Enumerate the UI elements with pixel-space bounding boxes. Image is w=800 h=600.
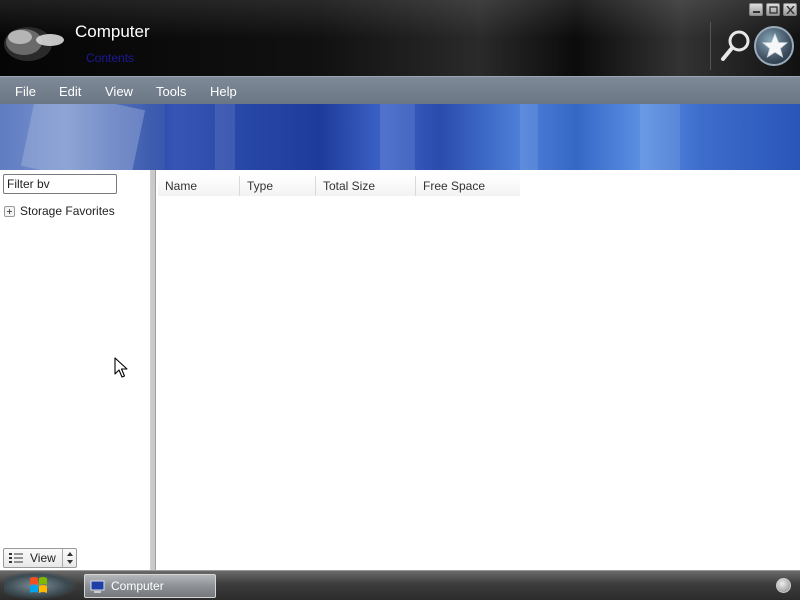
column-header-name[interactable]: Name bbox=[158, 176, 240, 196]
content-list: Name Type Total Size Free Space bbox=[155, 170, 800, 570]
maximize-icon bbox=[769, 6, 778, 14]
tray-orb-icon[interactable] bbox=[776, 578, 791, 593]
window-title: Computer bbox=[75, 22, 150, 41]
menu-bar: File Edit View Tools Help bbox=[0, 76, 800, 104]
minimize-button[interactable] bbox=[749, 3, 763, 16]
banner-streak bbox=[520, 104, 538, 170]
view-label: View bbox=[30, 551, 56, 565]
menu-tools[interactable]: Tools bbox=[156, 84, 186, 99]
banner-streak bbox=[640, 104, 680, 170]
menu-help[interactable]: Help bbox=[210, 84, 237, 99]
maximize-button[interactable] bbox=[766, 3, 780, 16]
title-separator bbox=[710, 22, 711, 70]
mouse-cursor-icon bbox=[114, 357, 128, 378]
tree-item-storage-favorites[interactable]: Storage Favorites bbox=[4, 204, 115, 218]
expand-plus-icon[interactable] bbox=[4, 205, 15, 217]
window-controls bbox=[749, 3, 797, 16]
menu-edit[interactable]: Edit bbox=[59, 84, 81, 99]
banner-sheet bbox=[20, 104, 146, 170]
view-selector[interactable]: View bbox=[3, 548, 77, 568]
spinner-arrows-icon bbox=[66, 552, 73, 564]
banner-document-image bbox=[0, 104, 165, 170]
windows-logo-icon bbox=[30, 577, 47, 593]
star-icon bbox=[762, 33, 788, 58]
column-header-free-space[interactable]: Free Space bbox=[416, 176, 520, 196]
search-button[interactable] bbox=[720, 28, 752, 64]
list-header: Name Type Total Size Free Space bbox=[158, 176, 520, 196]
computer-icon bbox=[90, 580, 105, 593]
list-view-icon bbox=[9, 553, 23, 563]
favorites-button[interactable] bbox=[754, 26, 794, 66]
navigation-pane: Storage Favorites View bbox=[0, 170, 151, 570]
close-icon bbox=[786, 6, 795, 14]
column-header-type[interactable]: Type bbox=[240, 176, 316, 196]
filter-input[interactable] bbox=[3, 174, 117, 194]
start-button[interactable] bbox=[4, 572, 76, 599]
header-banner bbox=[0, 104, 800, 170]
menu-view[interactable]: View bbox=[105, 84, 133, 99]
window-subtitle: Contents bbox=[86, 51, 135, 65]
menu-file[interactable]: File bbox=[15, 84, 36, 99]
title-bar: Computer Contents bbox=[0, 0, 800, 76]
view-spinner[interactable] bbox=[62, 549, 76, 567]
close-button[interactable] bbox=[783, 3, 797, 16]
minimize-icon bbox=[753, 11, 760, 13]
taskbar-item-label: Computer bbox=[111, 579, 164, 593]
banner-streak bbox=[380, 104, 415, 170]
column-header-total-size[interactable]: Total Size bbox=[316, 176, 416, 196]
tree-item-label: Storage Favorites bbox=[20, 204, 115, 218]
search-icon bbox=[721, 30, 750, 61]
banner-streak bbox=[215, 104, 235, 170]
taskbar: Computer bbox=[0, 570, 800, 600]
app-orb-icon bbox=[4, 27, 64, 61]
taskbar-item-computer[interactable]: Computer bbox=[84, 574, 216, 598]
